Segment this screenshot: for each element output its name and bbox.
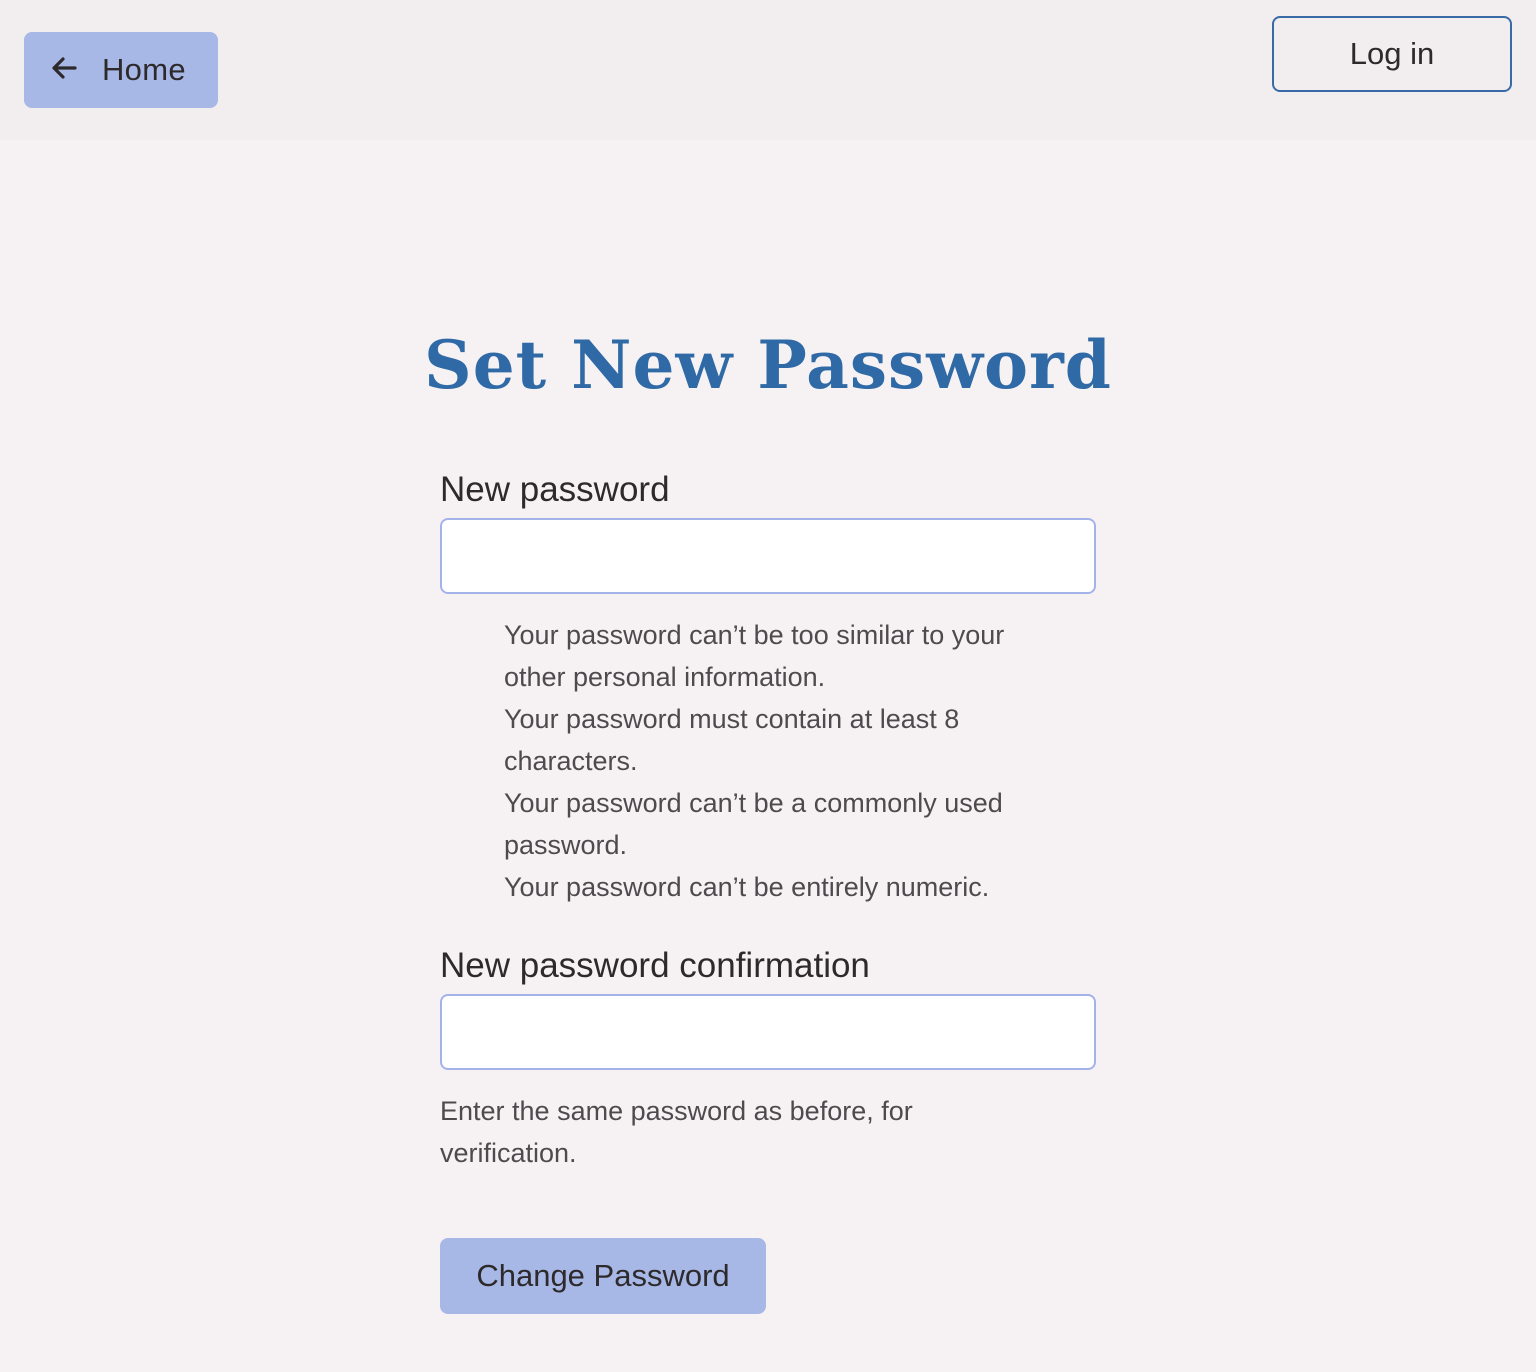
change-password-button[interactable]: Change Password [440, 1238, 766, 1314]
password-help-list: Your password can’t be too similar to yo… [504, 614, 1064, 908]
new-password-label: New password [440, 470, 670, 509]
list-item: Your password must contain at least 8 ch… [504, 704, 960, 776]
list-item: Your password can’t be entirely numeric. [504, 872, 990, 902]
arrow-left-icon [48, 52, 80, 88]
home-button-label: Home [102, 52, 186, 87]
login-button[interactable]: Log in [1272, 16, 1512, 92]
confirm-password-help: Enter the same password as before, for v… [440, 1096, 913, 1168]
list-item: Your password can’t be too similar to yo… [504, 620, 1005, 692]
page-title: Set New Password [424, 326, 1112, 404]
home-button[interactable]: Home [24, 32, 218, 108]
confirm-password-label: New password confirmation [440, 946, 870, 985]
list-item: Your password can’t be a commonly used p… [504, 788, 1003, 860]
new-password-input[interactable] [440, 518, 1096, 594]
confirm-password-input[interactable] [440, 994, 1096, 1070]
top-bar: Home Log in [0, 0, 1536, 140]
